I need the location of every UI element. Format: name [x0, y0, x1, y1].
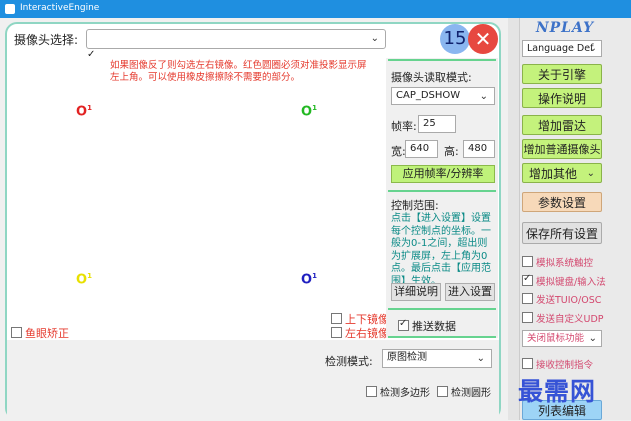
chevron-down-icon: ⌄ — [476, 353, 485, 364]
width-input[interactable]: 640 — [405, 140, 438, 158]
checkbox-icon — [11, 327, 22, 338]
checkbox-icon — [522, 256, 533, 267]
flip-horizontal-label: 左右镜像 — [345, 327, 389, 340]
divider — [388, 59, 496, 61]
marker-index: 1 — [87, 272, 92, 280]
add-camera-button[interactable]: 增加普通摄像头 — [522, 139, 602, 159]
window-title: InteractiveEngine — [20, 3, 100, 13]
read-mode-select[interactable]: CAP_DSHOW ⌄ — [391, 87, 495, 105]
divider — [388, 190, 496, 192]
fisheye-checkbox[interactable]: 鱼眼矫正 — [11, 325, 69, 341]
detect-polygon-label: 检测多边形 — [380, 388, 430, 399]
chevron-down-icon: ⌄ — [370, 33, 379, 44]
read-mode-label: 摄像头读取模式: — [391, 71, 472, 84]
detect-mode-value: 原图检测 — [387, 352, 427, 363]
control-range-label: 控制范围: — [391, 199, 439, 212]
divider — [388, 308, 496, 310]
width-label: 宽: — [391, 145, 406, 158]
preview-warning: 如果图像反了则勾选左右镜像。红色圆圈必须对准投影显示屏左上角。可以使用橡皮擦擦除… — [110, 60, 367, 83]
checkbox-icon — [522, 273, 533, 286]
title-bar: InteractiveEngine — [0, 0, 631, 18]
close-icon: ✕ — [474, 27, 492, 51]
save-all-button[interactable]: 保存所有设置 — [522, 222, 602, 244]
camera-preview[interactable] — [10, 58, 382, 322]
checkbox-icon — [331, 313, 342, 324]
sim-keyboard-label: 模拟键盘/输入法 — [536, 277, 606, 288]
chevron-down-icon: ⌄ — [479, 91, 488, 102]
chevron-down-icon: ⌄ — [588, 333, 597, 344]
sim-touch-checkbox[interactable]: 模拟系统触控 — [522, 255, 593, 269]
language-value: Language Def — [527, 43, 594, 54]
push-data-checkbox[interactable]: 推送数据 — [398, 318, 456, 334]
divider — [388, 336, 496, 338]
marker-glyph: O — [301, 104, 313, 120]
detect-circle-checkbox[interactable]: 检测圆形 — [437, 384, 491, 399]
checkbox-icon — [522, 312, 533, 323]
height-input[interactable]: 480 — [463, 140, 495, 158]
instructions-button[interactable]: 操作说明 — [522, 88, 602, 108]
flip-horizontal-checkbox[interactable]: 左右镜像 — [331, 325, 389, 341]
about-engine-button[interactable]: 关于引擎 — [522, 64, 602, 84]
fisheye-label: 鱼眼矫正 — [25, 327, 69, 340]
checkbox-icon — [398, 318, 409, 331]
push-data-label: 推送数据 — [412, 320, 456, 333]
add-radar-button[interactable]: 增加雷达 — [522, 115, 602, 135]
recv-control-checkbox[interactable]: 接收控制指令 — [522, 357, 593, 371]
recv-control-label: 接收控制指令 — [536, 360, 594, 371]
checkbox-icon — [366, 386, 377, 397]
scrollbar[interactable] — [508, 18, 520, 420]
language-select[interactable]: Language Def ⌄ — [522, 40, 602, 57]
marker-index: 1 — [312, 104, 317, 112]
add-other-value: 增加其他 — [529, 167, 578, 181]
send-tuio-checkbox[interactable]: 发送TUIO/OSC — [522, 292, 601, 306]
send-tuio-label: 发送TUIO/OSC — [536, 295, 602, 306]
camera-select-label: 摄像头选择: — [14, 33, 79, 47]
detect-circle-label: 检测圆形 — [451, 388, 491, 399]
marker-glyph: O — [76, 272, 88, 288]
close-button[interactable]: ✕ — [468, 24, 498, 54]
height-label: 高: — [444, 145, 459, 158]
read-mode-value: CAP_DSHOW — [396, 90, 461, 101]
marker-bottom-right[interactable]: O1 — [301, 272, 317, 287]
marker-top-right[interactable]: O1 — [301, 104, 317, 119]
chevron-down-icon: ⌄ — [586, 168, 595, 179]
checkbox-icon — [522, 358, 533, 369]
sim-keyboard-checkbox[interactable]: 模拟键盘/输入法 — [522, 273, 606, 288]
mouse-function-select[interactable]: 关闭鼠标功能 ⌄ — [522, 330, 602, 347]
app-icon — [5, 4, 15, 14]
checkbox-icon — [331, 327, 342, 338]
logo: NPLAY — [535, 20, 595, 36]
fps-label: 帧率: — [391, 120, 417, 133]
camera-select[interactable]: ⌄ — [86, 29, 386, 49]
checkbox-icon — [522, 293, 533, 304]
detect-mode-select[interactable]: 原图检测 ⌄ — [382, 349, 492, 368]
marker-glyph: O — [76, 104, 88, 120]
marker-top-left[interactable]: O1 — [76, 104, 92, 119]
control-range-help: 点击【进入设置】设置每个控制点的坐标。一般为0-1之间，超出则为扩展屏，左上角为… — [391, 213, 491, 287]
mouse-function-value: 关闭鼠标功能 — [527, 333, 585, 344]
send-udp-checkbox[interactable]: 发送自定义UDP — [522, 311, 604, 325]
detect-mode-label: 检测模式: — [325, 355, 373, 368]
add-other-select[interactable]: 增加其他 ⌄ — [522, 163, 602, 183]
watermark: 最需网 — [518, 377, 597, 406]
counter-badge: 15 — [440, 24, 470, 54]
params-button[interactable]: 参数设置 — [522, 192, 602, 212]
sim-touch-label: 模拟系统触控 — [536, 258, 594, 269]
checkbox-icon — [437, 386, 448, 397]
marker-glyph: O — [301, 272, 313, 288]
marker-index: 1 — [312, 272, 317, 280]
chevron-down-icon: ⌄ — [588, 43, 597, 54]
fps-input[interactable]: 25 — [418, 115, 456, 133]
detect-polygon-checkbox[interactable]: 检测多边形 — [366, 384, 430, 399]
marker-index: 1 — [87, 104, 92, 112]
apply-fps-resolution-button[interactable]: 应用帧率/分辨率 — [391, 165, 495, 183]
send-udp-label: 发送自定义UDP — [536, 314, 604, 325]
marker-bottom-left[interactable]: O1 — [76, 272, 92, 287]
details-button[interactable]: 详细说明 — [391, 283, 441, 301]
enter-settings-button[interactable]: 进入设置 — [445, 283, 495, 301]
